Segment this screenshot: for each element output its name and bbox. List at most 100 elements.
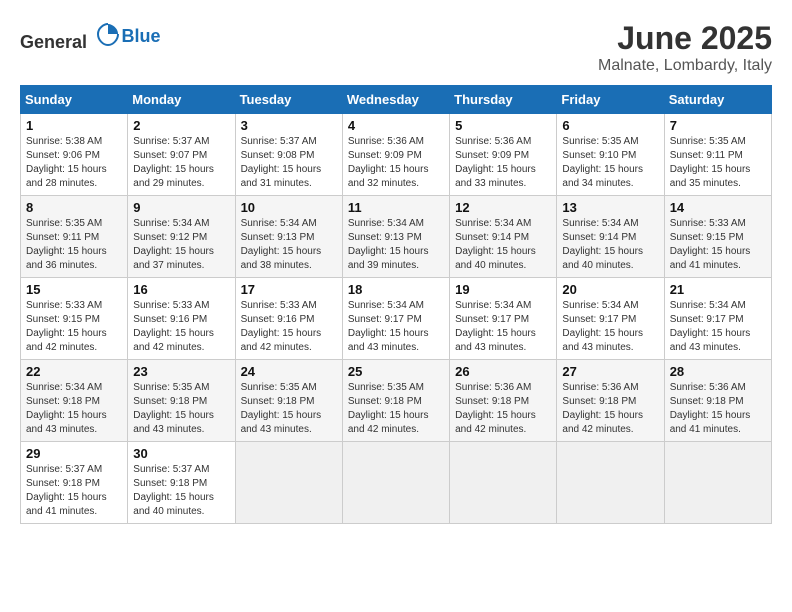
calendar-cell: 12 Sunrise: 5:34 AM Sunset: 9:14 PM Dayli… bbox=[450, 196, 557, 278]
calendar-header-row: SundayMondayTuesdayWednesdayThursdayFrid… bbox=[21, 86, 772, 114]
calendar-week-5: 29 Sunrise: 5:37 AM Sunset: 9:18 PM Dayli… bbox=[21, 442, 772, 524]
cell-info: Sunrise: 5:34 AM Sunset: 9:17 PM Dayligh… bbox=[348, 299, 444, 355]
day-number: 9 bbox=[133, 200, 229, 215]
logo-blue: Blue bbox=[122, 26, 161, 46]
calendar-cell: 8 Sunrise: 5:35 AM Sunset: 9:11 PM Daylig… bbox=[21, 196, 128, 278]
calendar-cell: 13 Sunrise: 5:34 AM Sunset: 9:14 PM Dayli… bbox=[557, 196, 664, 278]
day-number: 21 bbox=[670, 282, 766, 297]
day-number: 26 bbox=[455, 364, 551, 379]
calendar-cell: 1Sunrise: 5:38 AM Sunset: 9:06 PM Daylig… bbox=[21, 114, 128, 196]
cell-info: Sunrise: 5:33 AM Sunset: 9:16 PM Dayligh… bbox=[241, 299, 337, 355]
cell-info: Sunrise: 5:34 AM Sunset: 9:17 PM Dayligh… bbox=[455, 299, 551, 355]
logo-general: General bbox=[20, 32, 87, 52]
day-number: 18 bbox=[348, 282, 444, 297]
day-number: 7 bbox=[670, 118, 766, 133]
calendar-cell: 16 Sunrise: 5:33 AM Sunset: 9:16 PM Dayli… bbox=[128, 278, 235, 360]
cell-info: Sunrise: 5:34 AM Sunset: 9:13 PM Dayligh… bbox=[348, 217, 444, 273]
cell-info: Sunrise: 5:37 AM Sunset: 9:18 PM Dayligh… bbox=[26, 463, 122, 519]
cell-info: Sunrise: 5:34 AM Sunset: 9:14 PM Dayligh… bbox=[562, 217, 658, 273]
calendar-cell bbox=[664, 442, 771, 524]
logo: General Blue bbox=[20, 20, 161, 53]
logo-icon bbox=[94, 20, 122, 48]
column-header-friday: Friday bbox=[557, 86, 664, 114]
cell-info: Sunrise: 5:35 AM Sunset: 9:18 PM Dayligh… bbox=[133, 381, 229, 437]
cell-info: Sunrise: 5:34 AM Sunset: 9:14 PM Dayligh… bbox=[455, 217, 551, 273]
cell-info: Sunrise: 5:35 AM Sunset: 9:18 PM Dayligh… bbox=[348, 381, 444, 437]
day-number: 19 bbox=[455, 282, 551, 297]
calendar-body: 1Sunrise: 5:38 AM Sunset: 9:06 PM Daylig… bbox=[21, 114, 772, 524]
day-number: 23 bbox=[133, 364, 229, 379]
cell-info: Sunrise: 5:34 AM Sunset: 9:12 PM Dayligh… bbox=[133, 217, 229, 273]
cell-info: Sunrise: 5:33 AM Sunset: 9:16 PM Dayligh… bbox=[133, 299, 229, 355]
calendar-cell: 30 Sunrise: 5:37 AM Sunset: 9:18 PM Dayli… bbox=[128, 442, 235, 524]
calendar-cell: 29 Sunrise: 5:37 AM Sunset: 9:18 PM Dayli… bbox=[21, 442, 128, 524]
cell-info: Sunrise: 5:37 AM Sunset: 9:07 PM Dayligh… bbox=[133, 135, 229, 191]
cell-info: Sunrise: 5:37 AM Sunset: 9:18 PM Dayligh… bbox=[133, 463, 229, 519]
title-area: June 2025 Malnate, Lombardy, Italy bbox=[598, 20, 772, 75]
cell-info: Sunrise: 5:38 AM Sunset: 9:06 PM Dayligh… bbox=[26, 135, 122, 191]
day-number: 14 bbox=[670, 200, 766, 215]
day-number: 11 bbox=[348, 200, 444, 215]
cell-info: Sunrise: 5:36 AM Sunset: 9:18 PM Dayligh… bbox=[455, 381, 551, 437]
day-number: 8 bbox=[26, 200, 122, 215]
day-number: 28 bbox=[670, 364, 766, 379]
column-header-tuesday: Tuesday bbox=[235, 86, 342, 114]
day-number: 12 bbox=[455, 200, 551, 215]
cell-info: Sunrise: 5:36 AM Sunset: 9:18 PM Dayligh… bbox=[670, 381, 766, 437]
calendar-cell bbox=[235, 442, 342, 524]
calendar-cell: 14 Sunrise: 5:33 AM Sunset: 9:15 PM Dayli… bbox=[664, 196, 771, 278]
header: General Blue June 2025 Malnate, Lombardy… bbox=[20, 20, 772, 75]
calendar-cell: 22Sunrise: 5:34 AM Sunset: 9:18 PM Dayli… bbox=[21, 360, 128, 442]
calendar-cell: 18 Sunrise: 5:34 AM Sunset: 9:17 PM Dayli… bbox=[342, 278, 449, 360]
calendar-cell: 6Sunrise: 5:35 AM Sunset: 9:10 PM Daylig… bbox=[557, 114, 664, 196]
day-number: 20 bbox=[562, 282, 658, 297]
day-number: 4 bbox=[348, 118, 444, 133]
calendar-cell: 21 Sunrise: 5:34 AM Sunset: 9:17 PM Dayli… bbox=[664, 278, 771, 360]
calendar-cell: 15 Sunrise: 5:33 AM Sunset: 9:15 PM Dayli… bbox=[21, 278, 128, 360]
calendar-cell bbox=[450, 442, 557, 524]
calendar-subtitle: Malnate, Lombardy, Italy bbox=[598, 57, 772, 75]
cell-info: Sunrise: 5:36 AM Sunset: 9:09 PM Dayligh… bbox=[348, 135, 444, 191]
calendar-cell: 19 Sunrise: 5:34 AM Sunset: 9:17 PM Dayli… bbox=[450, 278, 557, 360]
day-number: 16 bbox=[133, 282, 229, 297]
day-number: 13 bbox=[562, 200, 658, 215]
calendar-week-4: 22Sunrise: 5:34 AM Sunset: 9:18 PM Dayli… bbox=[21, 360, 772, 442]
column-header-thursday: Thursday bbox=[450, 86, 557, 114]
calendar-cell: 2Sunrise: 5:37 AM Sunset: 9:07 PM Daylig… bbox=[128, 114, 235, 196]
calendar-cell: 17Sunrise: 5:33 AM Sunset: 9:16 PM Dayli… bbox=[235, 278, 342, 360]
cell-info: Sunrise: 5:33 AM Sunset: 9:15 PM Dayligh… bbox=[26, 299, 122, 355]
calendar-title: June 2025 bbox=[598, 20, 772, 57]
column-header-saturday: Saturday bbox=[664, 86, 771, 114]
calendar-cell: 24Sunrise: 5:35 AM Sunset: 9:18 PM Dayli… bbox=[235, 360, 342, 442]
calendar-cell: 25 Sunrise: 5:35 AM Sunset: 9:18 PM Dayli… bbox=[342, 360, 449, 442]
calendar-cell bbox=[557, 442, 664, 524]
calendar-cell: 3Sunrise: 5:37 AM Sunset: 9:08 PM Daylig… bbox=[235, 114, 342, 196]
cell-info: Sunrise: 5:35 AM Sunset: 9:11 PM Dayligh… bbox=[26, 217, 122, 273]
calendar-cell bbox=[342, 442, 449, 524]
day-number: 30 bbox=[133, 446, 229, 461]
day-number: 24 bbox=[241, 364, 337, 379]
calendar-cell: 26 Sunrise: 5:36 AM Sunset: 9:18 PM Dayli… bbox=[450, 360, 557, 442]
calendar-cell: 28 Sunrise: 5:36 AM Sunset: 9:18 PM Dayli… bbox=[664, 360, 771, 442]
calendar-cell: 5Sunrise: 5:36 AM Sunset: 9:09 PM Daylig… bbox=[450, 114, 557, 196]
day-number: 15 bbox=[26, 282, 122, 297]
calendar-table: SundayMondayTuesdayWednesdayThursdayFrid… bbox=[20, 85, 772, 524]
cell-info: Sunrise: 5:33 AM Sunset: 9:15 PM Dayligh… bbox=[670, 217, 766, 273]
cell-info: Sunrise: 5:34 AM Sunset: 9:17 PM Dayligh… bbox=[670, 299, 766, 355]
day-number: 5 bbox=[455, 118, 551, 133]
calendar-week-2: 8 Sunrise: 5:35 AM Sunset: 9:11 PM Daylig… bbox=[21, 196, 772, 278]
calendar-cell: 20 Sunrise: 5:34 AM Sunset: 9:17 PM Dayli… bbox=[557, 278, 664, 360]
cell-info: Sunrise: 5:34 AM Sunset: 9:18 PM Dayligh… bbox=[26, 381, 122, 437]
calendar-cell: 10Sunrise: 5:34 AM Sunset: 9:13 PM Dayli… bbox=[235, 196, 342, 278]
cell-info: Sunrise: 5:34 AM Sunset: 9:17 PM Dayligh… bbox=[562, 299, 658, 355]
calendar-week-3: 15 Sunrise: 5:33 AM Sunset: 9:15 PM Dayli… bbox=[21, 278, 772, 360]
calendar-cell: 7 Sunrise: 5:35 AM Sunset: 9:11 PM Daylig… bbox=[664, 114, 771, 196]
cell-info: Sunrise: 5:35 AM Sunset: 9:11 PM Dayligh… bbox=[670, 135, 766, 191]
day-number: 25 bbox=[348, 364, 444, 379]
calendar-cell: 27Sunrise: 5:36 AM Sunset: 9:18 PM Dayli… bbox=[557, 360, 664, 442]
day-number: 29 bbox=[26, 446, 122, 461]
column-header-sunday: Sunday bbox=[21, 86, 128, 114]
day-number: 3 bbox=[241, 118, 337, 133]
cell-info: Sunrise: 5:36 AM Sunset: 9:18 PM Dayligh… bbox=[562, 381, 658, 437]
calendar-week-1: 1Sunrise: 5:38 AM Sunset: 9:06 PM Daylig… bbox=[21, 114, 772, 196]
